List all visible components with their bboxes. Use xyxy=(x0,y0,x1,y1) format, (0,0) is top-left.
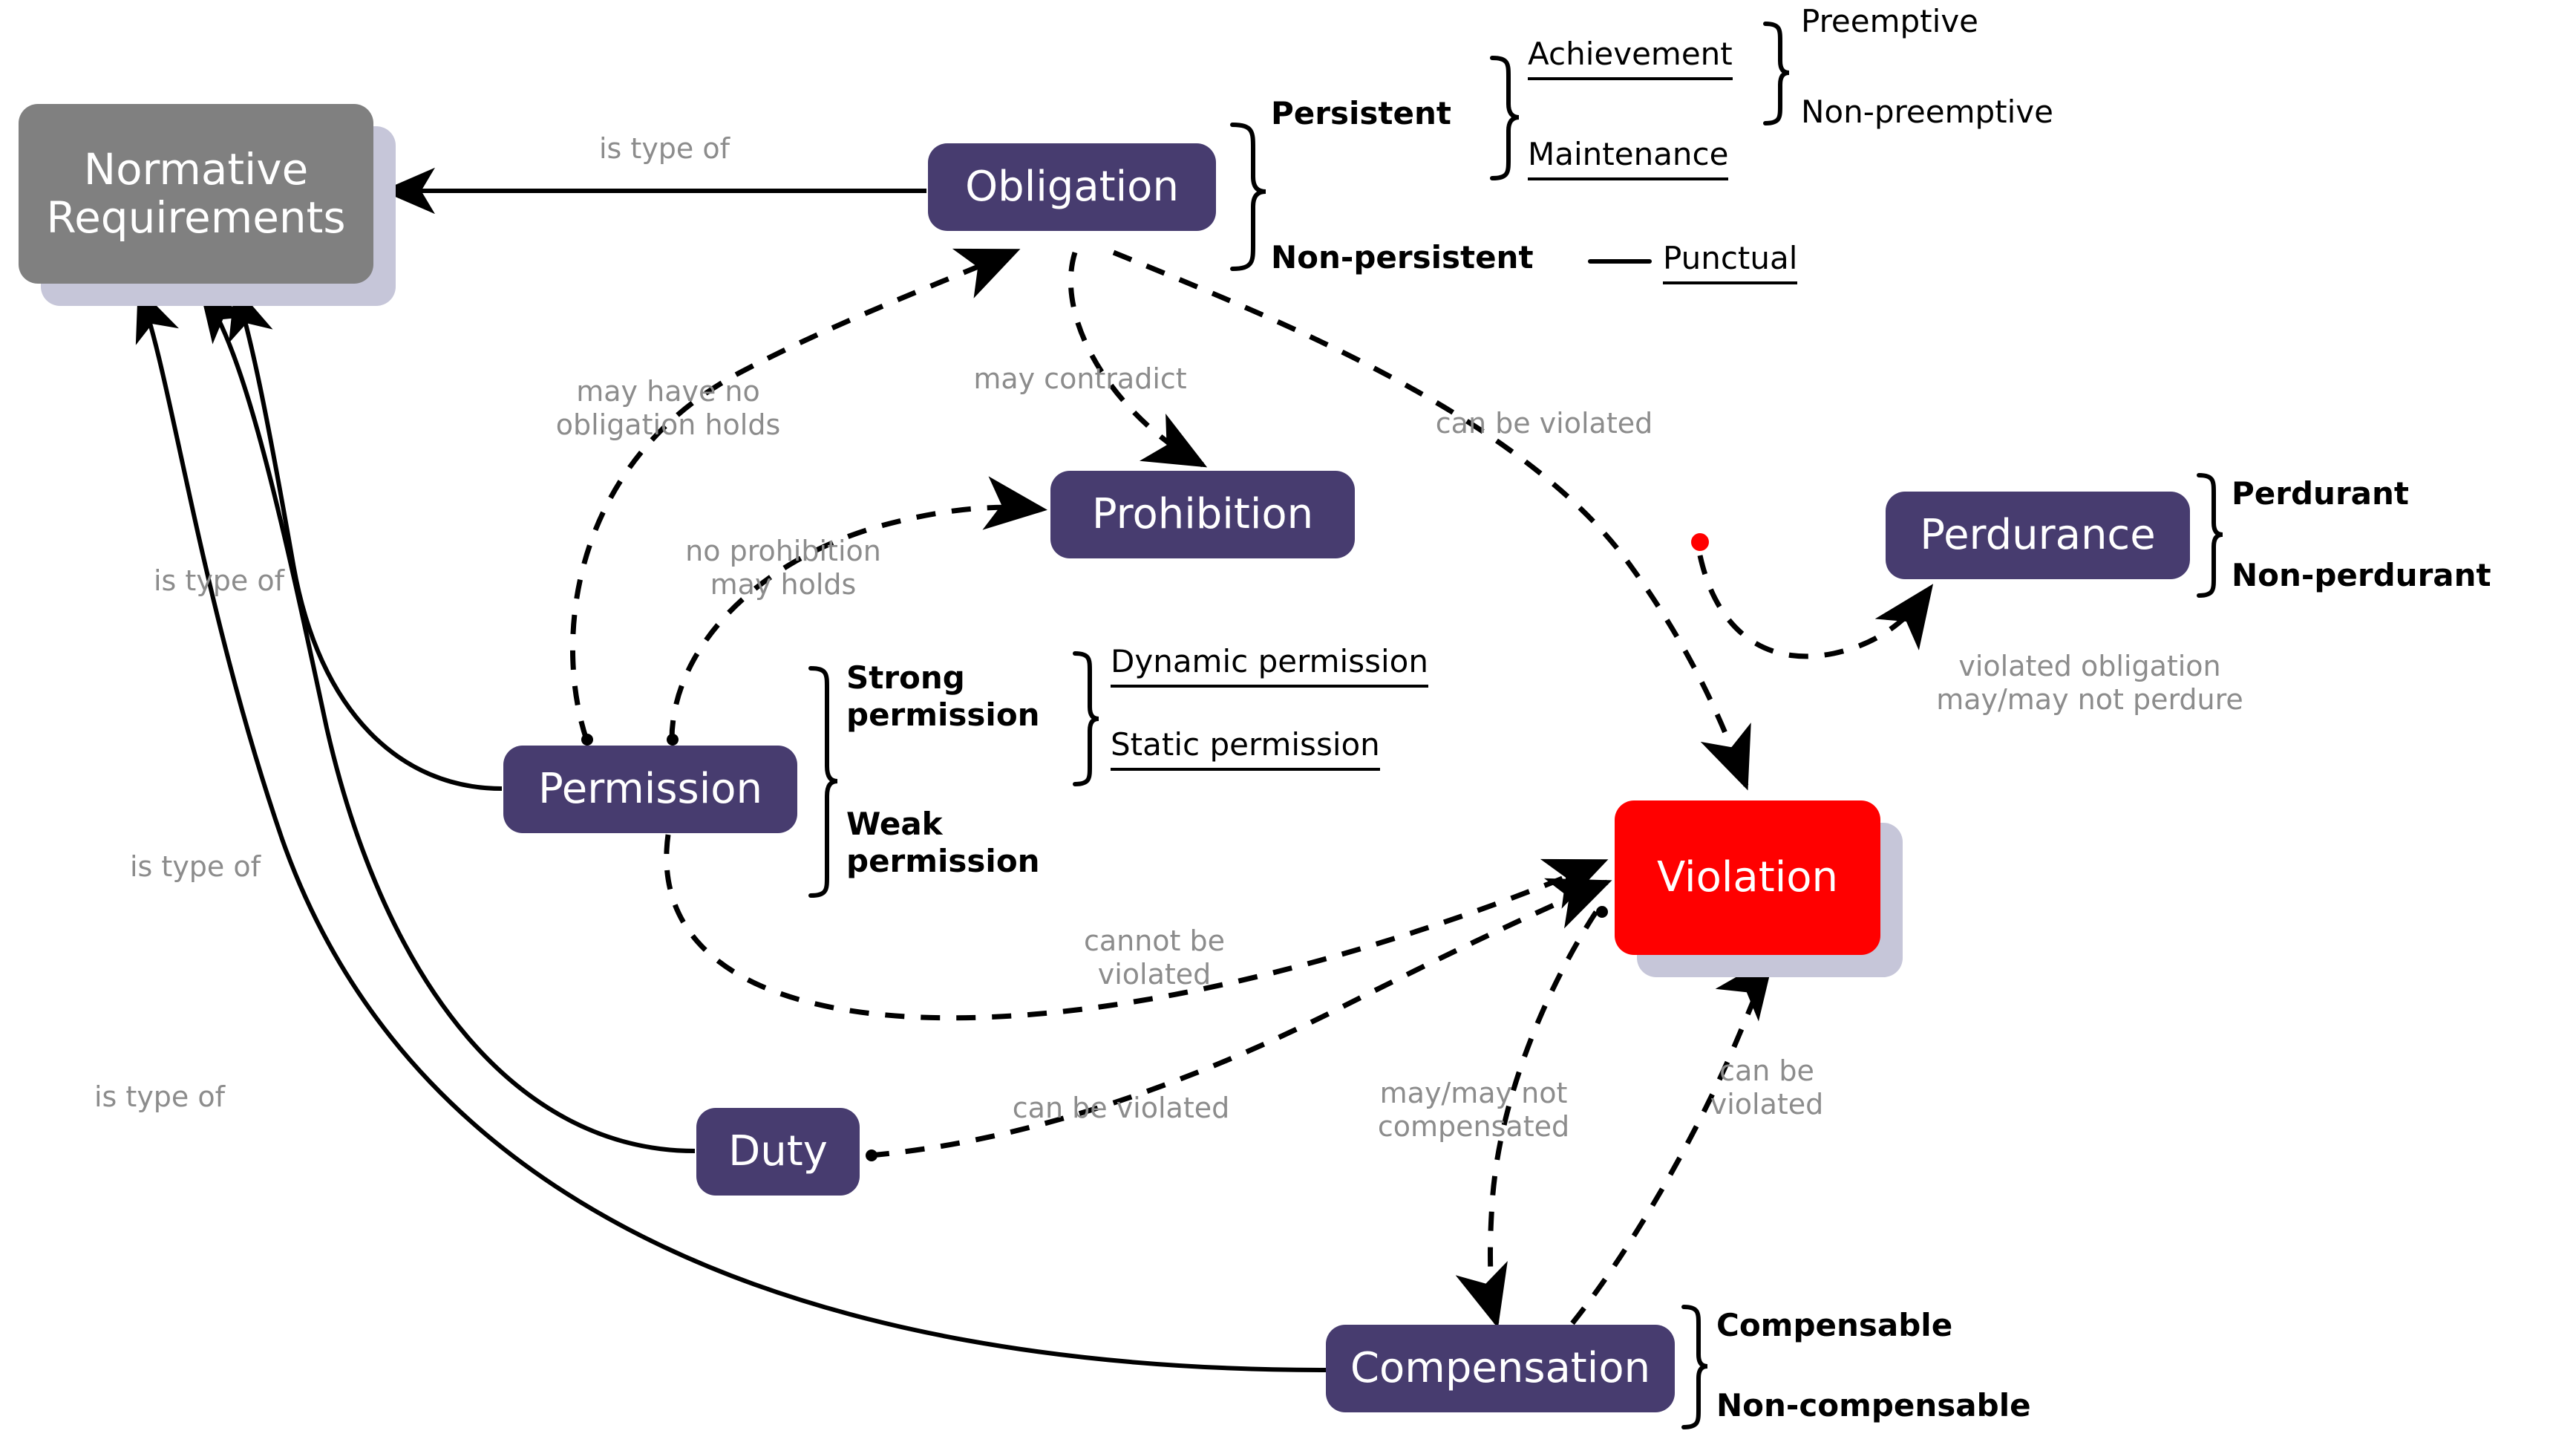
diagram-canvas: may have no obligation holds --> Obligat… xyxy=(0,0,2576,1448)
brace-achievement xyxy=(1763,22,1790,125)
taxonomy-persistent: Persistent xyxy=(1271,95,1451,131)
taxonomy-achievement: Achievement xyxy=(1528,36,1733,80)
edge-junction-dot-violation xyxy=(1596,906,1608,918)
perdurance-label: Perdurance xyxy=(1920,510,2156,559)
taxonomy-maintenance: Maintenance xyxy=(1528,136,1729,180)
prohibition-label: Prohibition xyxy=(1091,489,1314,538)
taxonomy-strong-permission: Strong permission xyxy=(846,659,1040,733)
taxonomy-punctual: Punctual xyxy=(1663,240,1798,284)
taxonomy-non-compensable: Non-compensable xyxy=(1716,1387,2031,1423)
permission-label: Permission xyxy=(537,764,763,813)
normative-requirements-label: Normative Requirements xyxy=(46,144,346,243)
brace-permission xyxy=(808,666,838,898)
taxonomy-perdurant: Perdurant xyxy=(2232,475,2409,512)
taxonomy-static-permission: Static permission xyxy=(1111,726,1380,771)
taxonomy-preemptive: Preemptive xyxy=(1801,3,1979,39)
taxonomy-compensable: Compensable xyxy=(1716,1307,1953,1343)
violation-label: Violation xyxy=(1656,852,1839,901)
duty-label: Duty xyxy=(728,1126,828,1175)
taxonomy-non-persistent: Non-persistent xyxy=(1271,239,1534,275)
red-branch-marker xyxy=(1691,533,1709,551)
brace-perdurance xyxy=(2197,473,2223,598)
edge-junction-dot-permission-a xyxy=(581,734,593,746)
taxonomy-weak-permission: Weak permission xyxy=(846,806,1040,879)
taxonomy-non-perdurant: Non-perdurant xyxy=(2232,557,2491,593)
brace-compensation xyxy=(1681,1305,1708,1429)
brace-strong-permission xyxy=(1073,651,1099,786)
edge-junction-dot-duty xyxy=(866,1149,877,1161)
brace-obligation xyxy=(1230,123,1266,271)
taxonomy-non-preemptive: Non-preemptive xyxy=(1801,94,2053,130)
brace-persistent xyxy=(1490,56,1520,180)
compensation-label: Compensation xyxy=(1350,1343,1651,1392)
taxonomy-dynamic-permission: Dynamic permission xyxy=(1111,643,1428,688)
edge-junction-dot-permission-b xyxy=(667,734,679,746)
obligation-label: Obligation xyxy=(965,162,1179,211)
braces-layer xyxy=(808,22,2223,1429)
